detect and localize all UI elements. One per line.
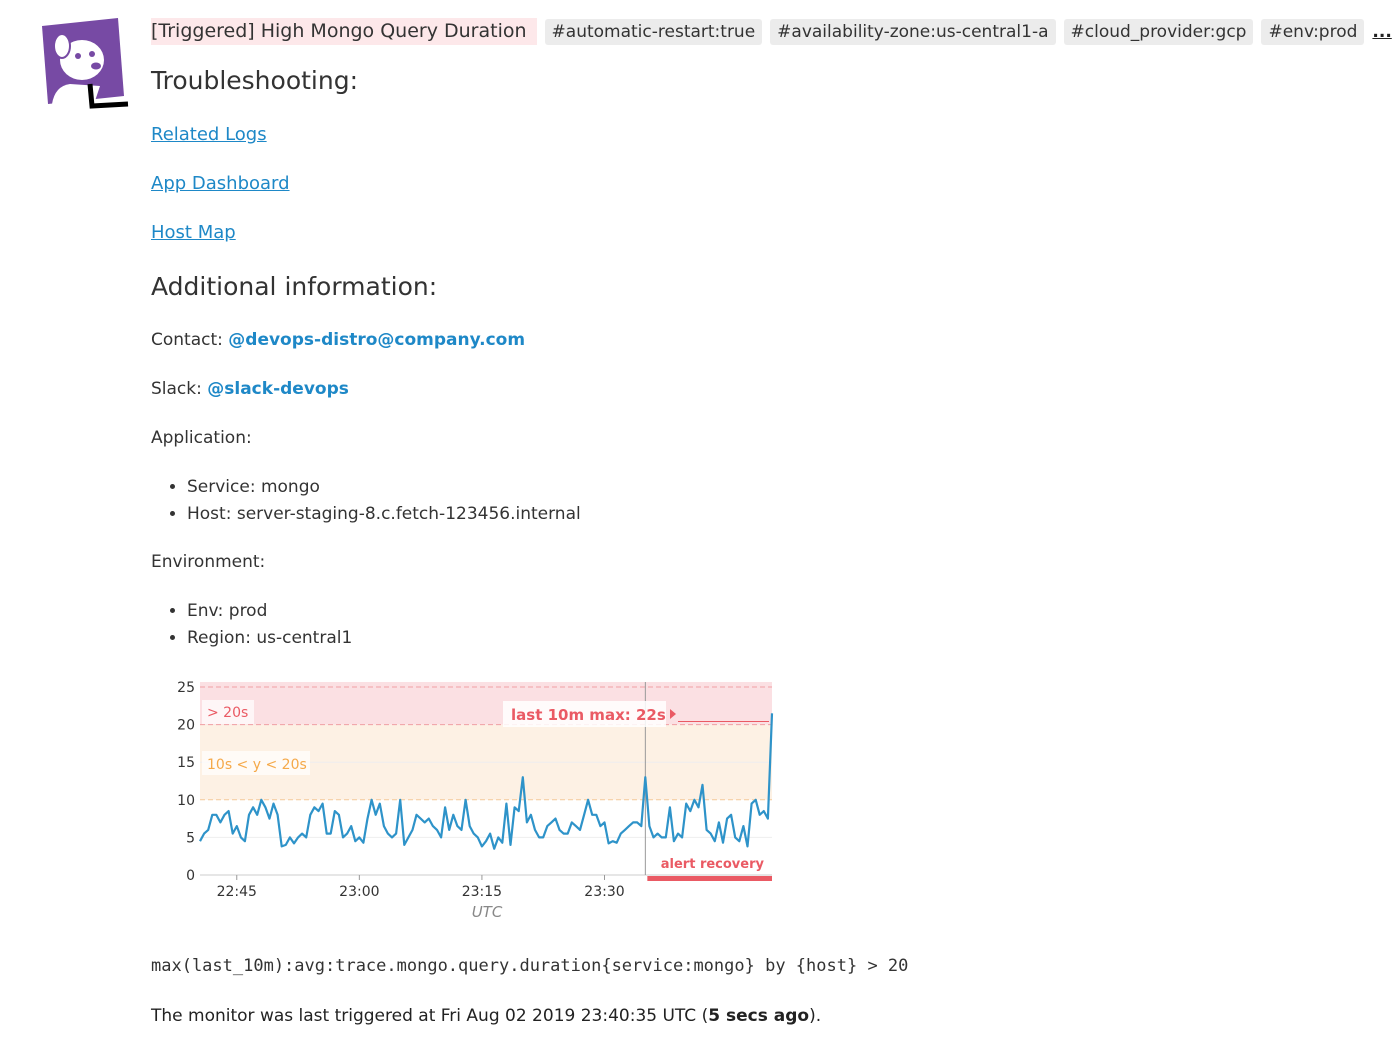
threshold-band — [200, 682, 772, 725]
max-label: last 10m max: 22s — [511, 706, 666, 724]
y-tick-label: 15 — [177, 755, 195, 771]
footer-suffix: ). — [809, 1006, 821, 1026]
trigger-footer: The monitor was last triggered at Fri Au… — [151, 1006, 821, 1026]
footer-text: The monitor was last triggered at Fri Au… — [151, 1006, 708, 1026]
y-tick-label: 5 — [186, 830, 195, 846]
x-tick-label: 23:00 — [339, 884, 379, 900]
monitor-query: max(last_10m):avg:trace.mongo.query.dura… — [151, 956, 908, 976]
query-duration-chart: 0 5 10 15 20 25 22:45 23:00 23:15 23:30 UTC > 20s 10… — [0, 0, 1400, 1037]
x-tick-label: 23:15 — [462, 884, 502, 900]
x-tick-label: 23:30 — [584, 884, 624, 900]
recovery-label: alert recovery — [661, 857, 765, 872]
x-axis-label: UTC — [472, 903, 503, 921]
y-tick-label: 10 — [177, 793, 195, 809]
x-tick-label: 22:45 — [217, 884, 257, 900]
y-tick-label: 25 — [177, 680, 195, 696]
recovery-bar — [647, 876, 772, 881]
alert-band-label: > 20s — [207, 705, 248, 721]
y-tick-label: 20 — [177, 718, 195, 734]
y-tick-label: 0 — [186, 868, 195, 884]
warn-band-label: 10s < y < 20s — [207, 757, 307, 773]
time-ago: 5 secs ago — [708, 1006, 809, 1026]
